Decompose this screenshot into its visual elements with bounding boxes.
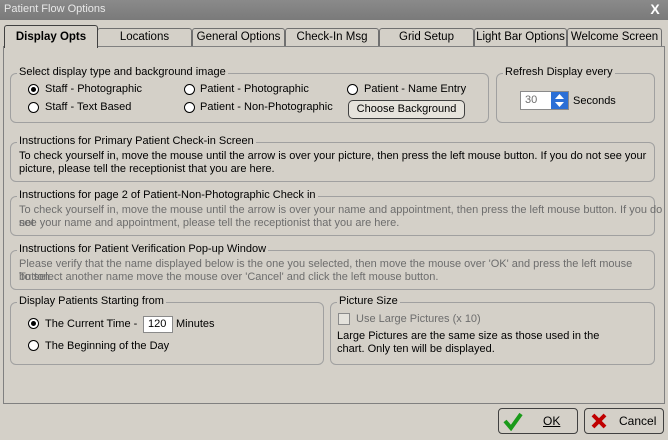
- radio-label: Staff - Photographic: [45, 83, 143, 95]
- checkmark-icon: [503, 412, 523, 431]
- radio-patient-name-entry[interactable]: [347, 84, 358, 95]
- display-starting-group: Display Patients Starting from: [10, 295, 324, 365]
- patient-flow-options-window: Patient Flow Options X Display Opts Loca…: [0, 0, 668, 440]
- page2-instructions-line2: see your name and appointment, please te…: [19, 217, 400, 229]
- refresh-value: 30: [525, 94, 538, 106]
- cancel-x-icon: [591, 413, 607, 429]
- primary-instructions-line2[interactable]: picture, please tell the receptionist th…: [19, 163, 275, 176]
- radio-staff-photographic[interactable]: [28, 84, 39, 95]
- tab-grid-setup[interactable]: Grid Setup: [379, 28, 474, 47]
- tab-display-opts[interactable]: Display Opts: [4, 25, 98, 48]
- large-pictures-note-line1: Large Pictures are the same size as thos…: [337, 330, 600, 342]
- tab-label: Grid Setup: [399, 31, 454, 43]
- use-large-pictures-checkbox[interactable]: [338, 313, 350, 325]
- tab-label: Display Opts: [15, 31, 87, 43]
- ok-button[interactable]: OK: [498, 408, 578, 434]
- minutes-input[interactable]: 120: [143, 316, 173, 333]
- choose-background-button[interactable]: Choose Background: [348, 100, 465, 119]
- tab-check-in-msg[interactable]: Check-In Msg: [285, 28, 379, 47]
- minutes-value: 120: [148, 318, 167, 330]
- radio-current-time[interactable]: [28, 318, 39, 329]
- cancel-button[interactable]: Cancel: [584, 408, 664, 434]
- title-bar[interactable]: Patient Flow Options X: [0, 0, 668, 20]
- tab-label: Locations: [119, 31, 170, 43]
- ok-label: OK: [543, 414, 561, 428]
- display-type-legend: Select display type and background image: [17, 66, 228, 78]
- refresh-legend: Refresh Display every: [503, 66, 615, 78]
- radio-label: Patient - Photographic: [200, 83, 309, 95]
- beginning-of-day-label: The Beginning of the Day: [45, 340, 170, 352]
- radio-staff-text-based[interactable]: [28, 102, 39, 113]
- radio-beginning-of-day[interactable]: [28, 340, 39, 351]
- tab-welcome-screen[interactable]: Welcome Screen: [567, 28, 662, 47]
- radio-label: Patient - Name Entry: [364, 83, 467, 95]
- cancel-label: Cancel: [619, 414, 657, 428]
- tab-light-bar-options[interactable]: Light Bar Options: [474, 28, 567, 47]
- picture-size-legend: Picture Size: [337, 295, 400, 307]
- tab-label: Light Bar Options: [476, 31, 565, 43]
- tab-label: Welcome Screen: [570, 31, 659, 43]
- use-large-pictures-label: Use Large Pictures (x 10): [356, 313, 481, 325]
- verification-instructions-legend: Instructions for Patient Verification Po…: [17, 243, 269, 255]
- minutes-label: Minutes: [176, 318, 215, 330]
- page2-instructions-legend: Instructions for page 2 of Patient-Non-P…: [17, 189, 318, 201]
- tab-general-options[interactable]: General Options: [192, 28, 285, 47]
- window-title: Patient Flow Options: [4, 3, 106, 15]
- verification-instructions-line2: To select another name move the mouse ov…: [19, 271, 439, 283]
- radio-patient-non-photographic[interactable]: [184, 102, 195, 113]
- primary-instructions-line1[interactable]: To check yourself in, move the mouse unt…: [19, 150, 646, 163]
- close-button[interactable]: X: [645, 2, 665, 18]
- spinner-arrows-icon[interactable]: [551, 92, 568, 109]
- display-starting-legend: Display Patients Starting from: [17, 295, 166, 307]
- primary-instructions-legend: Instructions for Primary Patient Check-i…: [17, 135, 256, 147]
- radio-label: Patient - Non-Photographic: [200, 101, 333, 113]
- tab-locations[interactable]: Locations: [97, 28, 192, 47]
- large-pictures-note-line2: chart. Only ten will be displayed.: [337, 343, 495, 355]
- tab-label: Check-In Msg: [296, 31, 368, 43]
- tab-label: General Options: [196, 31, 281, 43]
- refresh-unit-label: Seconds: [573, 95, 616, 107]
- radio-patient-photographic[interactable]: [184, 84, 195, 95]
- refresh-seconds-spinner[interactable]: 30: [520, 91, 569, 110]
- radio-label: Staff - Text Based: [45, 101, 132, 113]
- current-time-label: The Current Time -: [45, 318, 138, 330]
